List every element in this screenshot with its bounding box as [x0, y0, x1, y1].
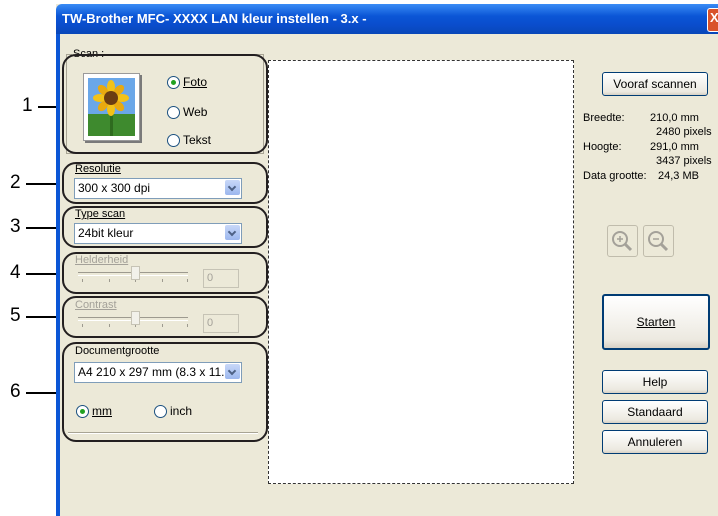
close-button[interactable]: X	[707, 8, 718, 32]
callout-2: 2	[10, 172, 21, 193]
vooraf-scannen-button[interactable]: Vooraf scannen	[602, 72, 708, 96]
callout-bracket-1	[62, 54, 268, 154]
scanner-dialog: TW-Brother MFC- XXXX LAN kleur instellen…	[56, 4, 718, 516]
breedte-mm: 210,0 mm	[650, 112, 699, 124]
breedte-label: Breedte:	[583, 112, 625, 124]
callout-6-leader	[26, 392, 58, 394]
preview-area[interactable]	[268, 60, 574, 484]
callout-bracket-2	[62, 162, 268, 204]
breedte-pixels: 2480 pixels	[656, 126, 712, 138]
starten-label: Starten	[636, 315, 676, 329]
hoogte-pixels: 3437 pixels	[656, 155, 712, 167]
help-button[interactable]: Help	[602, 370, 708, 394]
title-bar[interactable]: TW-Brother MFC- XXXX LAN kleur instellen…	[56, 4, 718, 34]
zoom-in-icon	[612, 231, 633, 252]
callout-bracket-6	[62, 342, 268, 442]
callout-bracket-5	[62, 296, 268, 338]
zoom-out-icon	[648, 231, 669, 252]
callout-1: 1	[22, 95, 33, 116]
standaard-label: Standaard	[627, 405, 683, 419]
hoogte-label: Hoogte:	[583, 141, 622, 153]
zoom-in-button[interactable]	[607, 225, 638, 257]
callout-5: 5	[10, 305, 21, 326]
callout-3: 3	[10, 216, 21, 237]
callout-bracket-4	[62, 252, 268, 294]
help-label: Help	[642, 375, 668, 389]
zoom-out-button[interactable]	[643, 225, 674, 257]
callout-4: 4	[10, 262, 21, 283]
annuleren-label: Annuleren	[627, 435, 683, 449]
hoogte-mm: 291,0 mm	[650, 141, 699, 153]
standaard-button[interactable]: Standaard	[602, 400, 708, 424]
data-grootte-label: Data grootte:	[583, 170, 647, 182]
data-grootte-value: 24,3 MB	[658, 170, 699, 182]
starten-button[interactable]: Starten	[602, 294, 710, 350]
vooraf-scannen-label: Vooraf scannen	[613, 77, 697, 91]
window-title: TW-Brother MFC- XXXX LAN kleur instellen…	[62, 11, 367, 26]
callout-6: 6	[10, 381, 21, 402]
close-icon: X	[710, 10, 718, 25]
annuleren-button[interactable]: Annuleren	[602, 430, 708, 454]
callout-bracket-3	[62, 206, 268, 248]
window-left-border	[56, 34, 60, 516]
